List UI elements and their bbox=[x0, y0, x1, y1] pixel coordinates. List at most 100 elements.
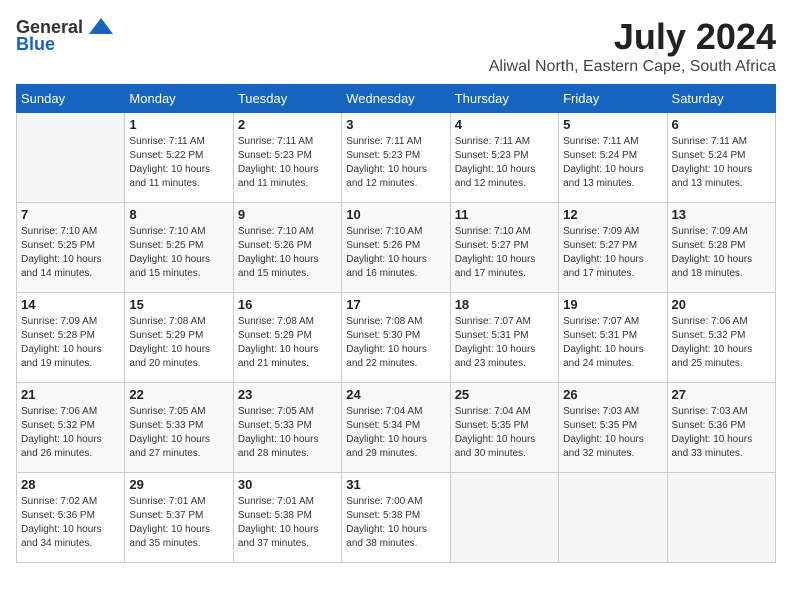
day-header-monday: Monday bbox=[125, 85, 233, 113]
calendar-cell bbox=[667, 473, 775, 563]
logo-icon bbox=[87, 16, 115, 38]
day-number: 6 bbox=[672, 117, 771, 132]
title-section: July 2024 Aliwal North, Eastern Cape, So… bbox=[489, 16, 776, 76]
day-info: Sunrise: 7:04 AMSunset: 5:34 PMDaylight:… bbox=[346, 405, 445, 461]
calendar-cell: 28 Sunrise: 7:02 AMSunset: 5:36 PMDayligh… bbox=[17, 473, 125, 563]
day-number: 5 bbox=[563, 117, 662, 132]
calendar-week-row: 21 Sunrise: 7:06 AMSunset: 5:32 PMDayligh… bbox=[17, 383, 776, 473]
calendar-cell bbox=[450, 473, 558, 563]
day-number: 7 bbox=[21, 207, 120, 222]
page-header: General Blue July 2024 Aliwal North, Eas… bbox=[16, 16, 776, 76]
day-number: 23 bbox=[238, 387, 337, 402]
day-info: Sunrise: 7:05 AMSunset: 5:33 PMDaylight:… bbox=[238, 405, 337, 461]
calendar-week-row: 1 Sunrise: 7:11 AMSunset: 5:22 PMDaylight… bbox=[17, 113, 776, 203]
calendar-cell: 21 Sunrise: 7:06 AMSunset: 5:32 PMDayligh… bbox=[17, 383, 125, 473]
day-info: Sunrise: 7:11 AMSunset: 5:23 PMDaylight:… bbox=[238, 135, 337, 191]
calendar-cell: 19Sunrise: 7:07 AMSunset: 5:31 PMDayligh… bbox=[559, 293, 667, 383]
day-number: 1 bbox=[129, 117, 228, 132]
day-number: 24 bbox=[346, 387, 445, 402]
day-info: Sunrise: 7:01 AMSunset: 5:38 PMDaylight:… bbox=[238, 495, 337, 551]
day-info: Sunrise: 7:09 AMSunset: 5:28 PMDaylight:… bbox=[21, 315, 120, 371]
day-info: Sunrise: 7:08 AMSunset: 5:29 PMDaylight:… bbox=[238, 315, 337, 371]
day-header-tuesday: Tuesday bbox=[233, 85, 341, 113]
day-headers-row: SundayMondayTuesdayWednesdayThursdayFrid… bbox=[17, 85, 776, 113]
day-info: Sunrise: 7:11 AMSunset: 5:24 PMDaylight:… bbox=[672, 135, 771, 191]
day-number: 19 bbox=[563, 297, 662, 312]
calendar-cell: 13 Sunrise: 7:09 AMSunset: 5:28 PMDayligh… bbox=[667, 203, 775, 293]
calendar-cell: 31Sunrise: 7:00 AMSunset: 5:38 PMDayligh… bbox=[342, 473, 450, 563]
calendar-cell: 23 Sunrise: 7:05 AMSunset: 5:33 PMDayligh… bbox=[233, 383, 341, 473]
day-info: Sunrise: 7:01 AMSunset: 5:37 PMDaylight:… bbox=[129, 495, 228, 551]
day-number: 2 bbox=[238, 117, 337, 132]
day-header-sunday: Sunday bbox=[17, 85, 125, 113]
day-info: Sunrise: 7:10 AMSunset: 5:26 PMDaylight:… bbox=[346, 225, 445, 281]
calendar-cell: 17 Sunrise: 7:08 AMSunset: 5:30 PMDayligh… bbox=[342, 293, 450, 383]
logo-blue-text: Blue bbox=[16, 34, 55, 55]
day-info: Sunrise: 7:08 AMSunset: 5:29 PMDaylight:… bbox=[129, 315, 228, 371]
calendar-cell: 27Sunrise: 7:03 AMSunset: 5:36 PMDayligh… bbox=[667, 383, 775, 473]
calendar-cell: 8 Sunrise: 7:10 AMSunset: 5:25 PMDaylight… bbox=[125, 203, 233, 293]
calendar-cell: 9 Sunrise: 7:10 AMSunset: 5:26 PMDaylight… bbox=[233, 203, 341, 293]
calendar-cell: 2 Sunrise: 7:11 AMSunset: 5:23 PMDaylight… bbox=[233, 113, 341, 203]
day-header-wednesday: Wednesday bbox=[342, 85, 450, 113]
calendar-cell: 7Sunrise: 7:10 AMSunset: 5:25 PMDaylight… bbox=[17, 203, 125, 293]
calendar-cell bbox=[559, 473, 667, 563]
calendar-cell: 22Sunrise: 7:05 AMSunset: 5:33 PMDayligh… bbox=[125, 383, 233, 473]
day-number: 29 bbox=[129, 477, 228, 492]
day-number: 4 bbox=[455, 117, 554, 132]
day-number: 30 bbox=[238, 477, 337, 492]
day-info: Sunrise: 7:11 AMSunset: 5:24 PMDaylight:… bbox=[563, 135, 662, 191]
day-info: Sunrise: 7:11 AMSunset: 5:22 PMDaylight:… bbox=[129, 135, 228, 191]
day-info: Sunrise: 7:10 AMSunset: 5:26 PMDaylight:… bbox=[238, 225, 337, 281]
calendar-cell: 12Sunrise: 7:09 AMSunset: 5:27 PMDayligh… bbox=[559, 203, 667, 293]
calendar-cell: 10 Sunrise: 7:10 AMSunset: 5:26 PMDayligh… bbox=[342, 203, 450, 293]
calendar-cell: 14Sunrise: 7:09 AMSunset: 5:28 PMDayligh… bbox=[17, 293, 125, 383]
day-number: 8 bbox=[129, 207, 228, 222]
calendar-cell bbox=[17, 113, 125, 203]
calendar-cell: 11Sunrise: 7:10 AMSunset: 5:27 PMDayligh… bbox=[450, 203, 558, 293]
day-info: Sunrise: 7:07 AMSunset: 5:31 PMDaylight:… bbox=[455, 315, 554, 371]
day-number: 13 bbox=[672, 207, 771, 222]
day-info: Sunrise: 7:00 AMSunset: 5:38 PMDaylight:… bbox=[346, 495, 445, 551]
day-number: 12 bbox=[563, 207, 662, 222]
day-info: Sunrise: 7:09 AMSunset: 5:28 PMDaylight:… bbox=[672, 225, 771, 281]
day-number: 28 bbox=[21, 477, 120, 492]
day-info: Sunrise: 7:11 AMSunset: 5:23 PMDaylight:… bbox=[455, 135, 554, 191]
calendar-cell: 26Sunrise: 7:03 AMSunset: 5:35 PMDayligh… bbox=[559, 383, 667, 473]
day-number: 9 bbox=[238, 207, 337, 222]
calendar-cell: 4 Sunrise: 7:11 AMSunset: 5:23 PMDaylight… bbox=[450, 113, 558, 203]
location-title: Aliwal North, Eastern Cape, South Africa bbox=[489, 58, 776, 76]
calendar-cell: 25 Sunrise: 7:04 AMSunset: 5:35 PMDayligh… bbox=[450, 383, 558, 473]
logo: General Blue bbox=[16, 16, 115, 55]
day-number: 17 bbox=[346, 297, 445, 312]
day-info: Sunrise: 7:08 AMSunset: 5:30 PMDaylight:… bbox=[346, 315, 445, 371]
calendar-week-row: 28 Sunrise: 7:02 AMSunset: 5:36 PMDayligh… bbox=[17, 473, 776, 563]
day-info: Sunrise: 7:10 AMSunset: 5:25 PMDaylight:… bbox=[129, 225, 228, 281]
day-number: 10 bbox=[346, 207, 445, 222]
day-header-thursday: Thursday bbox=[450, 85, 558, 113]
calendar-cell: 6 Sunrise: 7:11 AMSunset: 5:24 PMDaylight… bbox=[667, 113, 775, 203]
day-info: Sunrise: 7:03 AMSunset: 5:35 PMDaylight:… bbox=[563, 405, 662, 461]
calendar-week-row: 7 Sunrise: 7:10 AMSunset: 5:25 PMDaylight… bbox=[17, 203, 776, 293]
day-header-friday: Friday bbox=[559, 85, 667, 113]
calendar-cell: 30 Sunrise: 7:01 AMSunset: 5:38 PMDayligh… bbox=[233, 473, 341, 563]
day-number: 16 bbox=[238, 297, 337, 312]
calendar-cell: 15Sunrise: 7:08 AMSunset: 5:29 PMDayligh… bbox=[125, 293, 233, 383]
day-info: Sunrise: 7:02 AMSunset: 5:36 PMDaylight:… bbox=[21, 495, 120, 551]
calendar-cell: 16 Sunrise: 7:08 AMSunset: 5:29 PMDayligh… bbox=[233, 293, 341, 383]
day-info: Sunrise: 7:06 AMSunset: 5:32 PMDaylight:… bbox=[21, 405, 120, 461]
day-number: 22 bbox=[129, 387, 228, 402]
day-number: 18 bbox=[455, 297, 554, 312]
calendar-cell: 18 Sunrise: 7:07 AMSunset: 5:31 PMDayligh… bbox=[450, 293, 558, 383]
calendar-table: SundayMondayTuesdayWednesdayThursdayFrid… bbox=[16, 84, 776, 563]
day-info: Sunrise: 7:06 AMSunset: 5:32 PMDaylight:… bbox=[672, 315, 771, 371]
calendar-cell: 5 Sunrise: 7:11 AMSunset: 5:24 PMDaylight… bbox=[559, 113, 667, 203]
calendar-cell: 1 Sunrise: 7:11 AMSunset: 5:22 PMDaylight… bbox=[125, 113, 233, 203]
day-info: Sunrise: 7:04 AMSunset: 5:35 PMDaylight:… bbox=[455, 405, 554, 461]
day-info: Sunrise: 7:03 AMSunset: 5:36 PMDaylight:… bbox=[672, 405, 771, 461]
day-info: Sunrise: 7:10 AMSunset: 5:27 PMDaylight:… bbox=[455, 225, 554, 281]
day-number: 25 bbox=[455, 387, 554, 402]
day-number: 21 bbox=[21, 387, 120, 402]
calendar-cell: 24 Sunrise: 7:04 AMSunset: 5:34 PMDayligh… bbox=[342, 383, 450, 473]
calendar-cell: 29 Sunrise: 7:01 AMSunset: 5:37 PMDayligh… bbox=[125, 473, 233, 563]
